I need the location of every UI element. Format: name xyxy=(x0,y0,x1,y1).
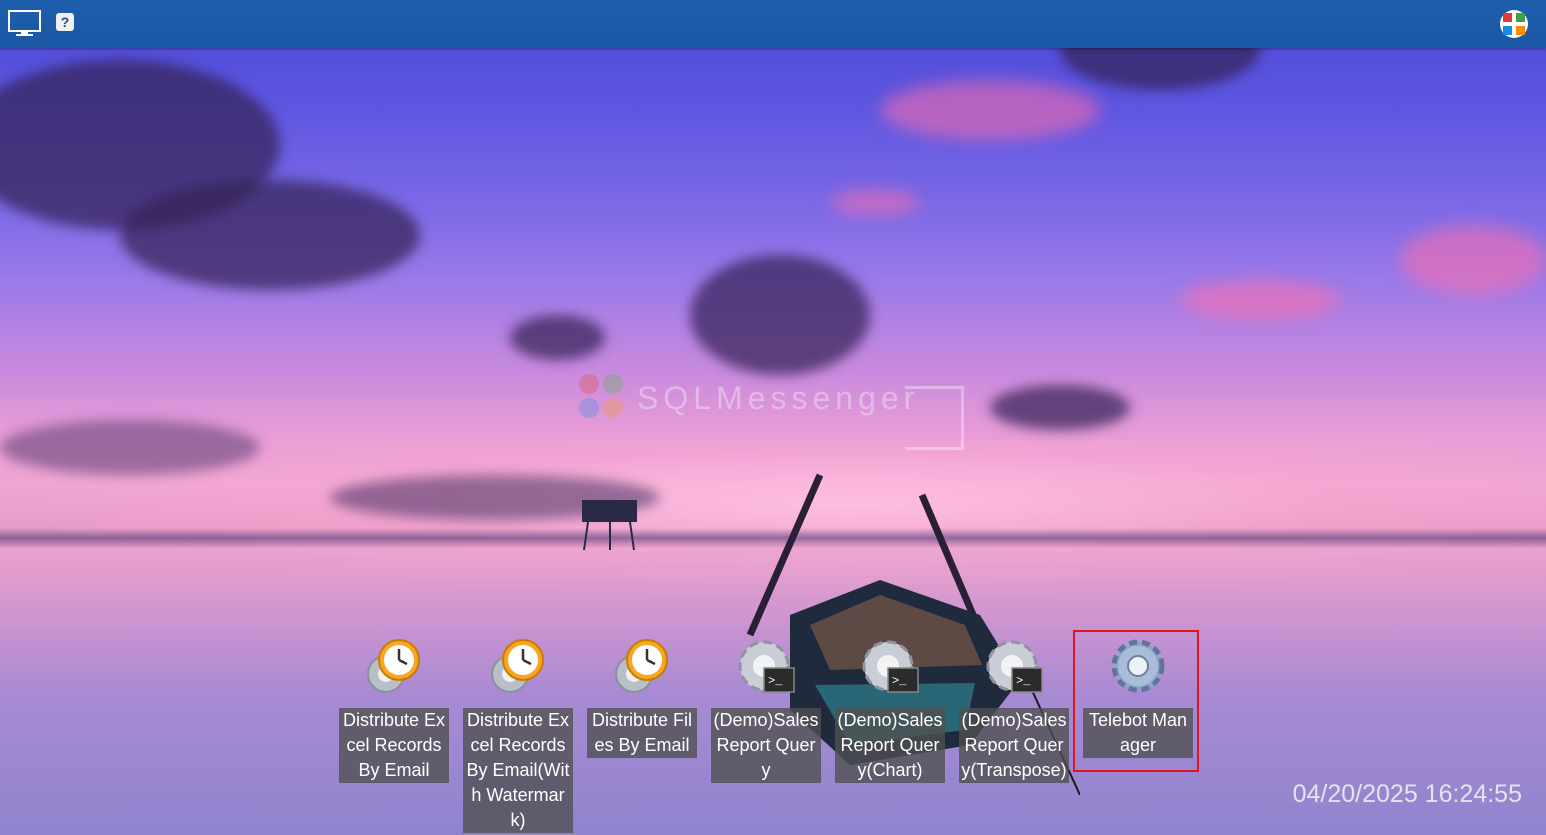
cloud xyxy=(0,420,260,475)
cloud xyxy=(510,315,605,360)
terminal-gear-icon: >_ xyxy=(860,636,920,698)
svg-text:>_: >_ xyxy=(1016,674,1031,688)
watermark-logo-icon xyxy=(579,374,623,418)
shortcut-label: (Demo)Sales Report Query xyxy=(711,708,821,783)
shortcut-distribute-excel-records[interactable]: Distribute Excel Records By Email xyxy=(339,636,449,783)
app-watermark: SQLMessenger xyxy=(575,366,975,456)
shortcut-distribute-excel-records-watermark[interactable]: Distribute Excel Records By Email(With W… xyxy=(463,636,573,833)
terminal-gear-icon: >_ xyxy=(736,636,796,698)
app-logo-icon[interactable] xyxy=(1499,9,1529,39)
cloud xyxy=(830,190,920,215)
shortcut-demo-sales-report-query-chart[interactable]: >_ (Demo)Sales Report Query(Chart) xyxy=(835,636,945,783)
shortcut-demo-sales-report-query-transpose[interactable]: >_ (Demo)Sales Report Query(Transpose) xyxy=(959,636,1069,783)
cloud xyxy=(990,385,1130,430)
shortcut-label: (Demo)Sales Report Query(Chart) xyxy=(835,708,945,783)
shortcut-label: (Demo)Sales Report Query(Transpose) xyxy=(959,708,1069,783)
shortcut-label: Distribute Excel Records By Email(With W… xyxy=(463,708,573,833)
clock-gear-icon xyxy=(612,636,672,698)
cloud xyxy=(1180,280,1340,320)
cloud xyxy=(690,255,870,375)
svg-text:>_: >_ xyxy=(768,674,783,688)
desktop-clock: 04/20/2025 16:24:55 xyxy=(1292,780,1522,808)
monitor-icon[interactable] xyxy=(8,10,42,38)
shortcut-distribute-files[interactable]: Distribute Files By Email xyxy=(587,636,697,758)
cloud xyxy=(1400,225,1546,295)
shortcut-label: Distribute Files By Email xyxy=(587,708,697,758)
cloud xyxy=(880,80,1100,140)
clock-gear-icon xyxy=(364,636,424,698)
top-bar: ? xyxy=(0,0,1546,48)
shortcut-demo-sales-report-query[interactable]: >_ (Demo)Sales Report Query xyxy=(711,636,821,783)
help-icon[interactable]: ? xyxy=(56,13,74,31)
watermark-bracket xyxy=(905,386,964,450)
svg-text:>_: >_ xyxy=(892,674,907,688)
clock-gear-icon xyxy=(488,636,548,698)
shortcut-label: Distribute Excel Records By Email xyxy=(339,708,449,783)
stilt-hut-illustration xyxy=(582,500,637,551)
watermark-text: SQLMessenger xyxy=(637,380,920,416)
terminal-gear-icon: >_ xyxy=(984,636,1044,698)
cloud xyxy=(120,180,420,290)
selection-highlight xyxy=(1073,630,1199,772)
